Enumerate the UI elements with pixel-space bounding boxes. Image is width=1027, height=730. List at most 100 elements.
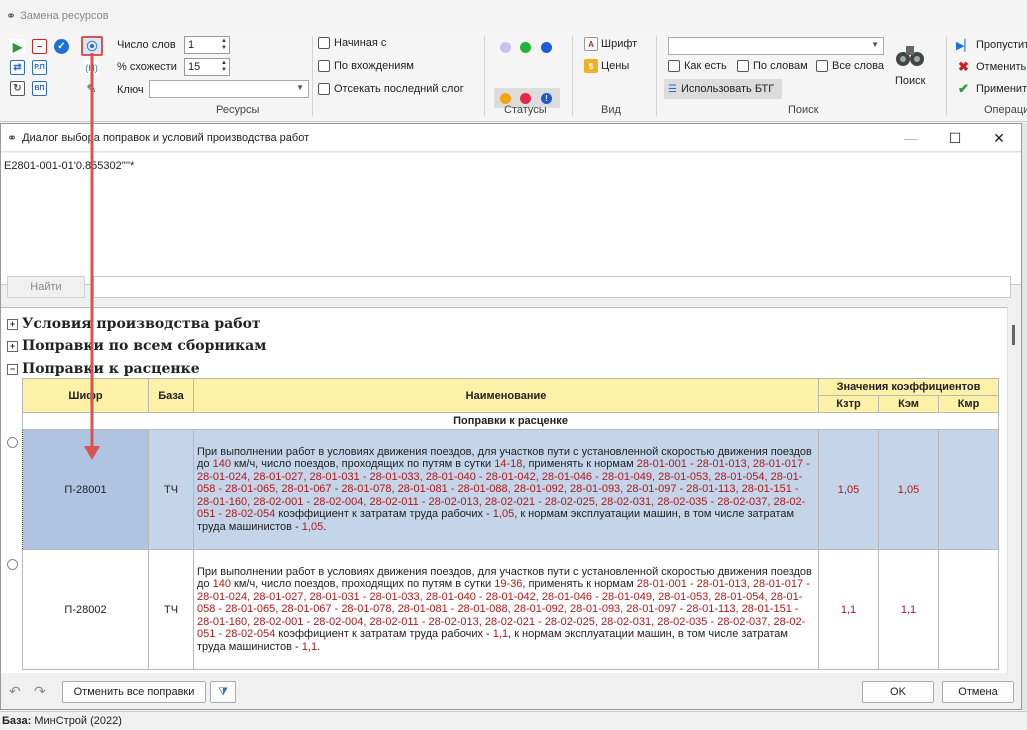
vp-icon[interactable]: ВП [32,81,47,96]
maximize-icon[interactable]: ☐ [933,124,977,152]
check-icon[interactable]: ✓ [54,39,69,54]
table-row[interactable]: П-28001 ТЧ При выполнении работ в услови… [22,429,1000,550]
col-header-baza[interactable]: База [148,378,194,413]
use-btg-button[interactable]: ☰ Использовать БТГ [664,79,782,99]
cell-kem: 1,05 [878,429,939,550]
ok-button[interactable]: OK [862,681,934,703]
row-radio[interactable] [7,437,18,448]
close-icon[interactable]: ✕ [977,124,1021,152]
apply-icon: ✔ [958,81,969,96]
chevron-down-icon[interactable]: ▼ [296,83,304,92]
key-combo[interactable]: ▼ [149,80,309,98]
app-title: Замена ресурсов [20,10,109,22]
similarity-input[interactable]: 15 ▲ ▼ [184,58,230,76]
status-info-icon[interactable]: ! [541,93,552,104]
hex-icon[interactable]: (H) [84,60,99,75]
col-header-coef-group: Значения коэффициентов [817,378,1000,396]
section-label: Поправки к расценке [22,361,200,377]
prices-button[interactable]: Цены [601,60,629,72]
rp-icon[interactable]: Р.П [32,60,47,75]
starts-with-checkbox[interactable]: Начиная с [318,37,386,49]
desc-text: . [317,640,321,653]
eraser-icon[interactable]: ✎ [84,81,99,96]
by-words-label: По словам [753,60,808,72]
status-red-icon[interactable] [520,93,531,104]
minus-icon[interactable]: – [32,39,47,54]
chevron-down-icon[interactable]: ▼ [871,40,879,49]
code-textarea[interactable]: Е2801-001-01'0.855302''''* [1,153,1021,285]
sync-icon[interactable]: ⇄ [10,60,25,75]
spin-arrows-icon[interactable]: ▲ ▼ [221,38,227,52]
skip-button[interactable]: Пропустить [976,39,1027,51]
similarity-value: 15 [188,61,201,73]
dialog-button-bar: ↶ ↷ Отменить все поправки ⧩ OK Отмена [1,675,1021,709]
minimize-icon[interactable]: — [889,124,933,152]
by-occurrence-checkbox[interactable]: По вхождениям [318,60,414,72]
col-header-shifr[interactable]: Шифр [22,378,149,413]
row-radio[interactable] [7,559,18,570]
app-logo-icon: ⚭ [6,9,17,23]
play-icon[interactable]: ▶ [10,39,25,54]
status-green-icon[interactable] [520,42,531,53]
col-header-kem[interactable]: Кэм [878,395,939,413]
section-all-collections[interactable]: + Поправки по всем сборникам [7,338,266,354]
table-row[interactable]: П-28002 ТЧ При выполнении работ в услови… [22,549,1000,670]
col-header-kztr[interactable]: Кзтр [818,395,879,413]
link-toggle-icon[interactable]: ⦿ [81,36,103,56]
status-orange-icon[interactable] [500,93,511,104]
code-text: Е2801-001-01'0.855302''''* [4,160,135,172]
cell-shifr[interactable]: П-28002 [22,549,149,670]
expand-icon[interactable]: + [7,340,18,352]
base-value: МинСтрой (2022) [34,715,122,727]
desc-text: коэффициент к затратам труда рабочих - [275,628,493,641]
find-button[interactable]: Найти [7,276,85,298]
all-words-checkbox[interactable]: Все слова [816,60,884,72]
font-icon[interactable]: A [584,37,598,51]
cell-baza: ТЧ [148,549,194,670]
desc-text: км/ч, число поездов, проходящих по путям… [230,578,495,591]
col-header-name[interactable]: Наименование [193,378,819,413]
find-input[interactable] [93,276,1011,298]
status-blue-icon[interactable] [541,42,552,53]
skip-icon: ▶▏ [956,40,973,52]
spin-arrows-icon[interactable]: ▲ ▼ [221,60,227,74]
col-header-kmr[interactable]: Кмр [937,395,1000,413]
desc-coef: 1,05 [492,508,515,521]
dialog-logo-icon: ⚭ [7,130,18,145]
word-count-input[interactable]: 1 ▲ ▼ [184,36,230,54]
scrollbar-thumb[interactable] [1012,325,1015,345]
table-subheader: Поправки к расценке [21,412,1000,430]
undo-icon[interactable]: ↶ [9,683,21,700]
cancel-operation-button[interactable]: Отменить [976,61,1026,73]
binoculars-icon[interactable] [892,40,928,70]
prices-icon[interactable]: $ [584,59,598,73]
ribbon-divider [572,36,573,116]
corrections-table: Шифр База Наименование Значения коэффици… [21,378,1000,670]
font-button[interactable]: Шрифт [601,38,637,50]
desc-trains: 19-36 [494,578,523,591]
expand-icon[interactable]: + [7,318,18,330]
cell-shifr[interactable]: П-28001 [22,429,149,550]
cancel-all-corrections-button[interactable]: Отменить все поправки [62,681,206,703]
desc-speed: 140 [212,458,231,471]
as-is-checkbox[interactable]: Как есть [668,60,727,72]
refresh-icon[interactable]: ↻ [10,81,25,96]
cut-last-checkbox[interactable]: Отсекать последний слог [318,83,464,95]
section-work-conditions[interactable]: + Условия производства работ [7,316,261,332]
by-words-checkbox[interactable]: По словам [737,60,808,72]
cancel-button[interactable]: Отмена [942,681,1014,703]
ribbon-divider [312,36,313,116]
apply-button[interactable]: Применить [976,83,1027,95]
vertical-scrollbar[interactable] [1007,307,1021,673]
search-button[interactable]: Поиск [895,75,925,87]
by-occurrence-label: По вхождениям [334,60,414,72]
status-lavender-icon[interactable] [500,42,511,53]
redo-icon[interactable]: ↷ [34,683,46,700]
collapse-icon[interactable]: − [7,363,18,375]
search-combo[interactable]: ▼ [668,37,884,55]
section-rate-corrections[interactable]: − Поправки к расценке [7,361,200,377]
view-group-label: Вид [601,104,621,116]
cell-kztr: 1,05 [818,429,879,550]
filter-clear-icon[interactable]: ⧩ [210,681,236,703]
cell-baza: ТЧ [148,429,194,550]
